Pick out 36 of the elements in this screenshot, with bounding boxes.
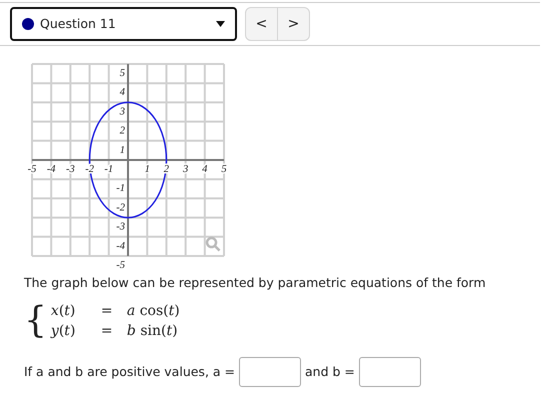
axis-tick-label: -2 — [116, 202, 125, 214]
axis-tick-label: -4 — [116, 240, 125, 252]
brace: { — [24, 303, 47, 340]
zoom-icon[interactable] — [206, 236, 220, 252]
axis-tick-label: -1 — [104, 164, 114, 175]
question-select[interactable]: Question 11 — [10, 7, 237, 41]
axis-tick-label: -3 — [116, 222, 125, 233]
equation-rhs: a cos(t) — [126, 302, 180, 321]
next-button[interactable]: > — [277, 7, 310, 41]
axis-tick-label: 4 — [120, 87, 125, 98]
equals-sign: = — [100, 322, 114, 342]
answer-label: If a and b are positive values, a = — [24, 362, 235, 381]
axis-tick-label: -1 — [116, 183, 125, 194]
axis-tick-label: 3 — [182, 164, 188, 175]
axis-tick-label: 4 — [202, 164, 208, 175]
prompt-text: The graph below can be represented by parametric equations of the form — [24, 274, 487, 292]
equation-lhs: y(t) — [50, 322, 76, 342]
answer-field[interactable] — [239, 357, 301, 388]
answer-field[interactable] — [358, 357, 421, 388]
axis-tick-label: 1 — [120, 144, 125, 156]
question-label: Question 11 — [40, 14, 116, 33]
axis-tick-label: 1 — [144, 164, 150, 175]
equation-rhs: b sin(t) — [126, 322, 178, 342]
previous-button[interactable]: < — [245, 7, 278, 41]
axis-tick-label: -5 — [116, 260, 125, 268]
axis-tick-label: 5 — [120, 68, 125, 79]
axis-tick-label: 3 — [120, 106, 125, 118]
equation-lhs: x(t) — [50, 302, 76, 321]
caret-icon — [216, 21, 225, 27]
axis-tick-label: -4 — [46, 164, 56, 175]
axis-tick-label: 2 — [120, 126, 125, 137]
equals-sign: = — [100, 302, 114, 321]
axis-tick-label: 5 — [221, 164, 227, 175]
axis-tick-label: -3 — [66, 164, 75, 175]
axis-tick-label: -5 — [28, 164, 36, 175]
answer-label: and b = — [305, 362, 355, 381]
